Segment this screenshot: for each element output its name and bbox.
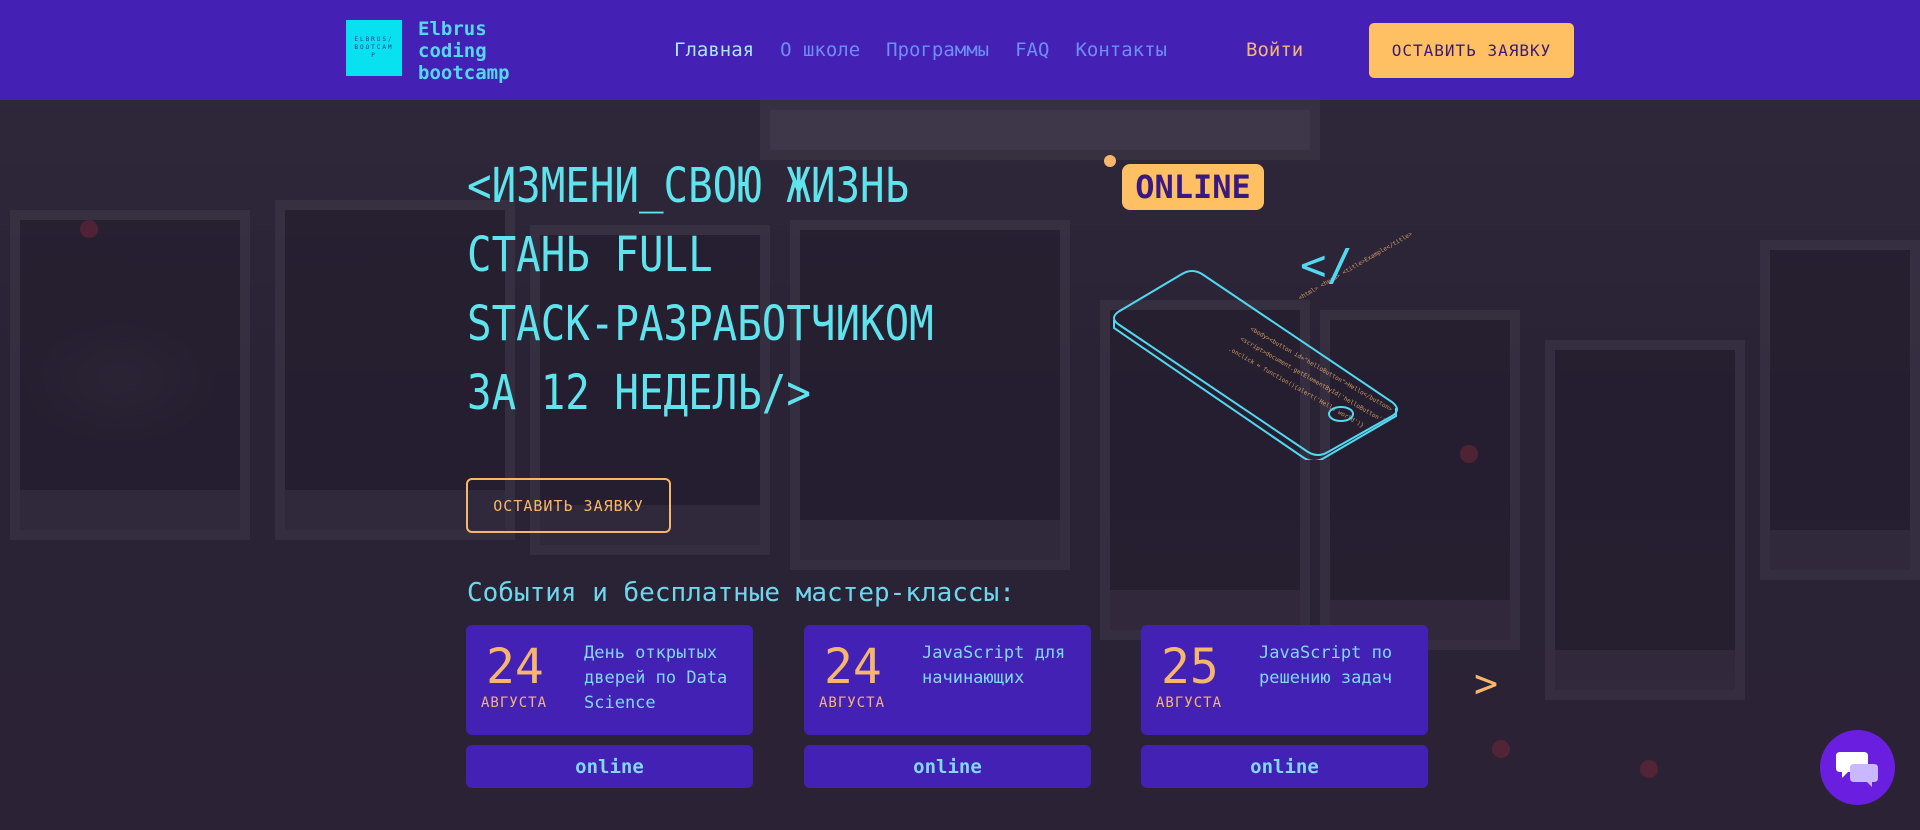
event-day: 24 [824,639,882,695]
event-title: JavaScript для начинающих [922,643,1066,688]
site-header: ELBRUS/BOOTCAMP Elbrus coding bootcamp Г… [0,0,1920,100]
hero-headline: <ИЗМЕНИ_СВОЮ ЖИЗНЬ СТАНЬ FULL STACK-РАЗР… [467,152,934,428]
logo-line: Elbrus [418,18,487,40]
nav-item-contacts[interactable]: Контакты [1075,39,1167,61]
logo-line: coding [418,40,487,62]
code-tag-icon: </ [1300,240,1353,291]
apply-button-header[interactable]: ОСТАВИТЬ ЗАЯВКУ [1369,23,1574,78]
event-mode-badge[interactable]: online [466,745,753,788]
event-card[interactable]: 24 АВГУСТА JavaScript для начинающих [804,625,1091,735]
headline-line: СТАНЬ FULL [467,227,713,283]
chat-bubbles-icon [1835,751,1878,787]
hero-section: <ИЗМЕНИ_СВОЮ ЖИЗНЬ СТАНЬ FULL STACK-РАЗР… [0,100,1920,830]
event-mode-badge[interactable]: online [1141,745,1428,788]
login-link[interactable]: Войти [1246,39,1303,61]
nav-item-about[interactable]: О школе [780,39,860,61]
event-title: JavaScript по решению задач [1259,643,1393,688]
chevron-right-icon[interactable]: > [1474,661,1498,707]
apply-button-hero[interactable]: ОСТАВИТЬ ЗАЯВКУ [466,478,671,533]
accent-dot [1104,155,1116,167]
events-title: События и бесплатные мастер-классы: [467,578,1015,608]
phone-illustration-icon: <html> <head> <title>Example</title> <bo… [1113,230,1414,460]
nav-item-home[interactable]: Главная [674,39,754,61]
event-mode-badge[interactable]: online [804,745,1091,788]
nav-item-faq[interactable]: FAQ [1015,39,1049,61]
logo-mark-text: ELBRUS/BOOTCAMP [354,36,394,59]
event-month: АВГУСТА [819,695,886,711]
event-day: 25 [1161,639,1219,695]
event-month: АВГУСТА [481,695,548,711]
nav-item-programs[interactable]: Программы [886,39,989,61]
event-card[interactable]: 25 АВГУСТА JavaScript по решению задач [1141,625,1428,735]
event-card[interactable]: 24 АВГУСТА День открытых дверей по Data … [466,625,753,735]
event-title: День открытых дверей по Data Science [584,643,728,713]
chat-button[interactable] [1820,730,1895,805]
logo-mark[interactable]: ELBRUS/BOOTCAMP [346,20,402,76]
headline-line: ЗА 12 НЕДЕЛЬ/> [467,365,811,421]
logo-line: bootcamp [418,62,510,84]
main-nav: Главная О школе Программы FAQ Контакты [674,39,1193,61]
headline-line: <ИЗМЕНИ_СВОЮ ЖИЗНЬ [467,158,910,214]
logo-wordmark[interactable]: Elbrus coding bootcamp [418,18,510,84]
event-month: АВГУСТА [1156,695,1223,711]
headline-line: STACK-РАЗРАБОТЧИКОМ [467,296,934,352]
event-day: 24 [486,639,544,695]
